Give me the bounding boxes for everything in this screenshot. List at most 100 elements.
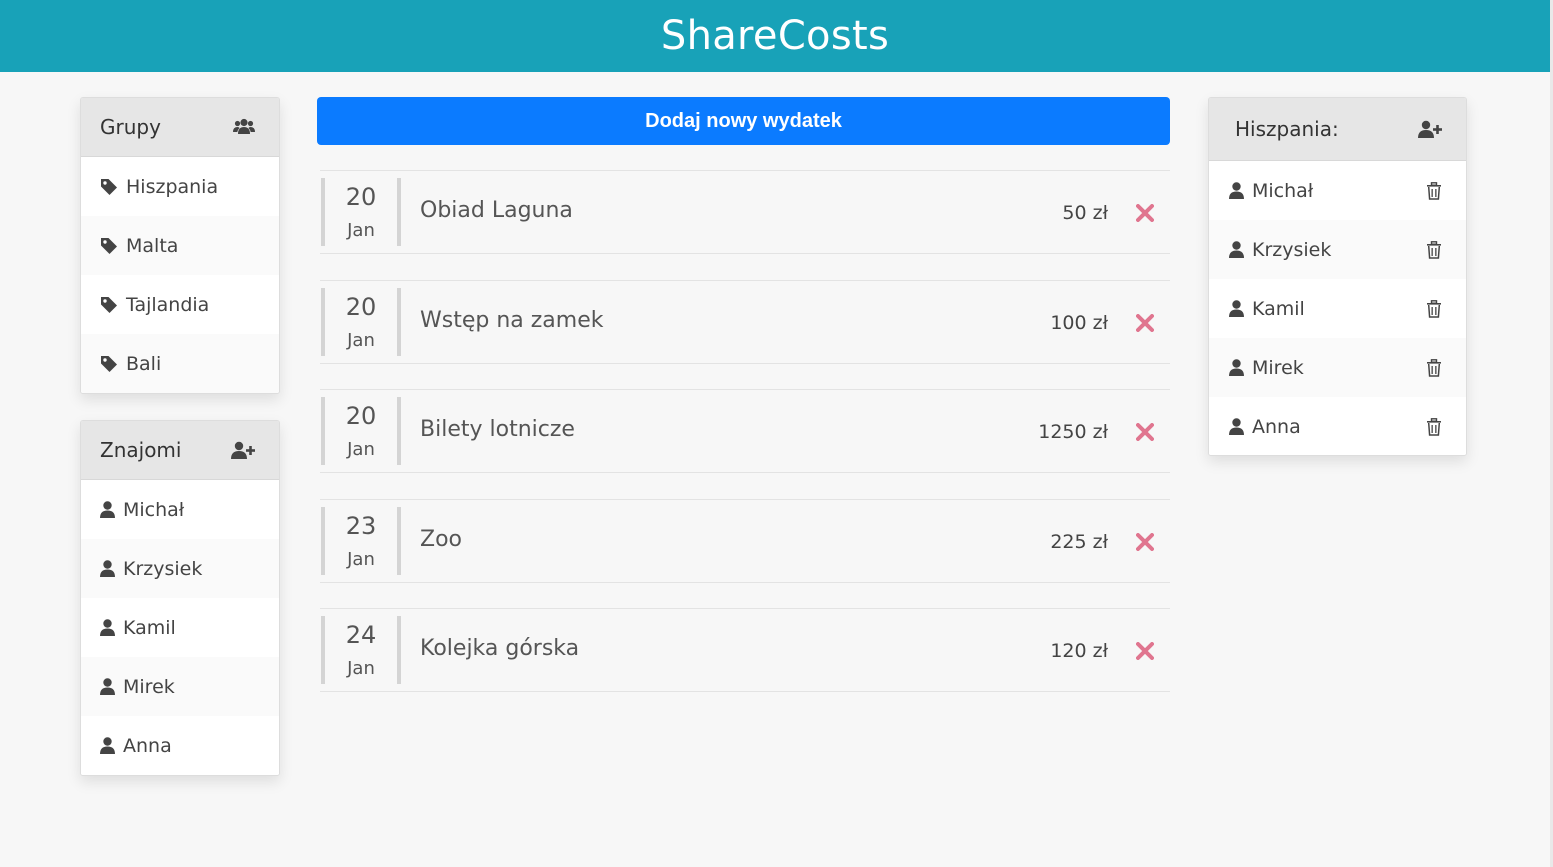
tag-icon xyxy=(100,237,118,255)
add-expense-button[interactable]: Dodaj nowy wydatek xyxy=(317,97,1170,145)
app-title: ShareCosts xyxy=(660,13,890,59)
group-item[interactable]: Tajlandia xyxy=(81,275,279,334)
expense-row[interactable]: 23 Jan Zoo 225 zł xyxy=(320,498,1170,583)
groups-header: Grupy xyxy=(81,98,279,157)
tag-icon xyxy=(100,296,118,314)
expense-name: Bilety lotnicze xyxy=(420,417,575,442)
expense-amount: 100 zł xyxy=(1050,311,1108,334)
expense-day: 20 xyxy=(345,292,377,321)
friend-item-label: Michał xyxy=(123,498,185,521)
trash-icon[interactable] xyxy=(1426,299,1442,318)
trash-icon[interactable] xyxy=(1426,181,1442,200)
group-item-label: Hiszpania xyxy=(126,175,219,198)
expense-row[interactable]: 20 Jan Wstęp na zamek 100 zł xyxy=(320,279,1170,364)
member-item[interactable]: Kamil xyxy=(1209,279,1466,338)
member-info: Krzysiek xyxy=(1229,239,1331,261)
member-item-label: Michał xyxy=(1252,179,1314,202)
group-item[interactable]: Bali xyxy=(81,334,279,393)
expense-day: 23 xyxy=(345,511,377,540)
expense-date: 24 Jan xyxy=(321,616,401,684)
delete-expense-icon[interactable] xyxy=(1136,313,1154,337)
expense-amount: 225 zł xyxy=(1050,530,1108,553)
expense-row[interactable]: 20 Jan Bilety lotnicze 1250 zł xyxy=(320,389,1170,473)
friend-item[interactable]: Anna xyxy=(81,716,279,775)
groups-title: Grupy xyxy=(100,115,161,139)
user-icon xyxy=(100,737,115,754)
delete-expense-icon[interactable] xyxy=(1136,642,1154,665)
member-item[interactable]: Michał xyxy=(1209,161,1466,220)
group-item-label: Malta xyxy=(126,234,179,257)
delete-expense-icon[interactable] xyxy=(1136,532,1154,556)
friends-header: Znajomi xyxy=(81,421,279,480)
member-item-label: Anna xyxy=(1252,415,1301,438)
friend-item-label: Krzysiek xyxy=(123,557,203,580)
friend-item[interactable]: Michał xyxy=(81,480,279,539)
expense-name: Obiad Laguna xyxy=(420,198,573,223)
expense-amount: 1250 zł xyxy=(1038,421,1108,443)
member-item[interactable]: Krzysiek xyxy=(1209,220,1466,279)
friend-item[interactable]: Kamil xyxy=(81,598,279,657)
groups-panel: Grupy Hiszpania Malta Tajlandia Bali xyxy=(80,97,280,394)
trash-icon[interactable] xyxy=(1426,417,1442,436)
friends-panel: Znajomi Michał Krzysiek Kamil Mirek Anna xyxy=(80,420,280,776)
expense-amount: 120 zł xyxy=(1050,640,1108,662)
user-icon xyxy=(1229,182,1244,199)
user-icon xyxy=(100,619,115,636)
expense-date: 23 Jan xyxy=(321,506,401,575)
expense-amount: 50 zł xyxy=(1062,202,1108,224)
user-icon xyxy=(1229,300,1244,317)
member-info: Kamil xyxy=(1229,298,1305,320)
friend-item-label: Kamil xyxy=(123,616,176,639)
expense-row[interactable]: 24 Jan Kolejka górska 120 zł xyxy=(320,608,1170,692)
member-info: Mirek xyxy=(1229,357,1304,379)
expense-name: Wstęp na zamek xyxy=(420,307,604,333)
expense-date: 20 Jan xyxy=(321,397,401,465)
member-item-label: Kamil xyxy=(1252,297,1305,320)
member-item[interactable]: Mirek xyxy=(1209,338,1466,397)
user-icon xyxy=(100,560,115,577)
user-icon xyxy=(100,678,115,695)
trash-icon[interactable] xyxy=(1426,358,1442,377)
add-member-icon[interactable] xyxy=(1418,120,1442,138)
tag-icon xyxy=(100,355,118,373)
friend-item[interactable]: Mirek xyxy=(81,657,279,716)
friend-item[interactable]: Krzysiek xyxy=(81,539,279,598)
group-members-panel: Hiszpania: Michał Krzysiek Kamil Mirek Anna xyxy=(1208,97,1467,456)
user-icon xyxy=(1229,418,1244,435)
friends-title: Znajomi xyxy=(100,438,182,462)
expense-day: 20 xyxy=(345,402,377,430)
user-icon xyxy=(1229,241,1244,258)
member-info: Michał xyxy=(1229,180,1313,202)
expense-month: Jan xyxy=(347,658,375,679)
expense-name: Kolejka górska xyxy=(420,636,580,661)
trash-icon[interactable] xyxy=(1426,240,1442,259)
friend-item-label: Mirek xyxy=(123,675,175,698)
friend-item-label: Anna xyxy=(123,734,172,757)
expense-month: Jan xyxy=(347,329,375,351)
group-item[interactable]: Malta xyxy=(81,216,279,275)
expense-day: 24 xyxy=(345,621,377,649)
expense-date: 20 Jan xyxy=(321,178,401,246)
expense-name: Zoo xyxy=(420,526,462,552)
member-item-label: Krzysiek xyxy=(1252,238,1332,261)
group-item-label: Tajlandia xyxy=(126,293,210,316)
app-header: ShareCosts xyxy=(0,0,1550,72)
add-user-icon[interactable] xyxy=(231,441,255,459)
expense-month: Jan xyxy=(347,439,375,460)
group-item[interactable]: Hiszpania xyxy=(81,157,279,216)
expense-day: 20 xyxy=(345,183,377,211)
members-title: Hiszpania: xyxy=(1235,117,1339,141)
user-icon xyxy=(1229,359,1244,376)
group-item-label: Bali xyxy=(126,352,162,375)
member-item-label: Mirek xyxy=(1252,356,1304,379)
member-info: Anna xyxy=(1229,416,1301,438)
expense-month: Jan xyxy=(347,548,375,570)
tag-icon xyxy=(100,178,118,196)
expense-month: Jan xyxy=(347,220,375,241)
delete-expense-icon[interactable] xyxy=(1136,204,1154,227)
delete-expense-icon[interactable] xyxy=(1136,423,1154,446)
expense-row[interactable]: 20 Jan Obiad Laguna 50 zł xyxy=(320,170,1170,254)
users-group-icon[interactable] xyxy=(233,117,255,137)
user-icon xyxy=(100,501,115,518)
member-item[interactable]: Anna xyxy=(1209,397,1466,455)
